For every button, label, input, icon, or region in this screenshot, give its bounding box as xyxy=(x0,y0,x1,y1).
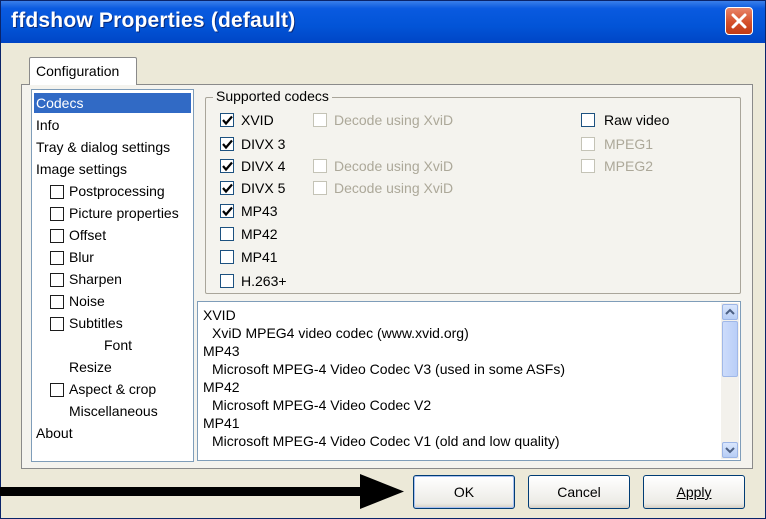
mp42-label: MP42 xyxy=(241,226,278,242)
nav-item-codecs[interactable]: Codecs xyxy=(34,93,191,113)
description-line: MP42 xyxy=(203,379,240,395)
nav-item-sharpen[interactable]: Sharpen xyxy=(69,269,122,289)
nav-item-aspect-crop[interactable]: Aspect & crop xyxy=(69,379,156,399)
nav-item-image-settings[interactable]: Image settings xyxy=(36,159,127,179)
cancel-button[interactable]: Cancel xyxy=(528,475,630,509)
divx4-label: DIVX 4 xyxy=(241,158,286,174)
mpeg2-checkbox[interactable] xyxy=(581,159,595,173)
nav-item-subtitles[interactable]: Subtitles xyxy=(69,313,123,333)
codec-description-box[interactable]: XVID XviD MPEG4 video codec (www.xvid.or… xyxy=(197,301,741,461)
description-line: MP43 xyxy=(203,343,240,359)
divx5-label: DIVX 5 xyxy=(241,180,286,196)
check-icon xyxy=(222,161,233,172)
mpeg1-label: MPEG1 xyxy=(604,136,654,152)
properties-window: ffdshow Properties (default) Configurati… xyxy=(0,0,766,519)
apply-button[interactable]: Apply xyxy=(643,475,745,509)
description-line: MP41 xyxy=(203,415,240,431)
nav-item-picture-properties[interactable]: Picture properties xyxy=(69,203,179,223)
divx4-decode-checkbox[interactable] xyxy=(313,159,327,173)
h263plus-checkbox[interactable] xyxy=(220,274,234,288)
nav-item-noise[interactable]: Noise xyxy=(69,291,105,311)
nav-item-blur[interactable]: Blur xyxy=(69,247,94,267)
raw-video-checkbox[interactable] xyxy=(581,113,595,127)
check-icon xyxy=(222,115,233,126)
nav-item-font[interactable]: Font xyxy=(104,335,132,355)
nav-item-tray-dialog-settings[interactable]: Tray & dialog settings xyxy=(36,137,170,157)
nav-item-miscellaneous[interactable]: Miscellaneous xyxy=(69,401,158,421)
xvid-decode-checkbox[interactable] xyxy=(313,113,327,127)
nav-item-offset[interactable]: Offset xyxy=(69,225,106,245)
mp43-label: MP43 xyxy=(241,203,278,219)
divx3-checkbox[interactable] xyxy=(220,137,234,151)
divx5-decode-label: Decode using XviD xyxy=(334,180,454,196)
scroll-thumb[interactable] xyxy=(722,321,738,377)
description-line: Microsoft MPEG-4 Video Codec V3 (used in… xyxy=(212,361,565,377)
nav-checkbox-noise[interactable] xyxy=(50,295,64,309)
divx5-checkbox[interactable] xyxy=(220,181,234,195)
nav-checkbox-postprocessing[interactable] xyxy=(50,185,64,199)
title-bar[interactable]: ffdshow Properties (default) xyxy=(1,1,765,43)
nav-checkbox-aspect-crop[interactable] xyxy=(50,383,64,397)
ok-button[interactable]: OK xyxy=(413,475,515,509)
divx5-decode-checkbox[interactable] xyxy=(313,181,327,195)
scroll-up-button[interactable] xyxy=(722,304,738,320)
nav-checkbox-subtitles[interactable] xyxy=(50,317,64,331)
nav-list[interactable]: Codecs Info Tray & dialog settings Image… xyxy=(31,89,194,462)
scroll-down-button[interactable] xyxy=(722,442,738,458)
description-line: XviD MPEG4 video codec (www.xvid.org) xyxy=(212,325,469,341)
nav-item-resize[interactable]: Resize xyxy=(69,357,112,377)
description-line: XVID xyxy=(203,307,236,323)
chevron-up-icon xyxy=(725,308,735,315)
xvid-label: XVID xyxy=(241,112,274,128)
chevron-down-icon xyxy=(725,447,735,454)
mp41-checkbox[interactable] xyxy=(220,250,234,264)
tab-configuration[interactable]: Configuration xyxy=(29,57,137,85)
description-line: Microsoft MPEG-4 Video Codec V1 (old and… xyxy=(212,433,560,449)
nav-item-about[interactable]: About xyxy=(36,423,73,443)
supported-codecs-label: Supported codecs xyxy=(213,88,332,105)
window-title: ffdshow Properties (default) xyxy=(11,9,296,32)
h263plus-label: H.263+ xyxy=(241,273,287,289)
xvid-checkbox[interactable] xyxy=(220,113,234,127)
check-icon xyxy=(222,139,233,150)
nav-item-postprocessing[interactable]: Postprocessing xyxy=(69,181,165,201)
description-line: Microsoft MPEG-4 Video Codec V2 xyxy=(212,397,432,413)
nav-checkbox-blur[interactable] xyxy=(50,251,64,265)
apply-label: Apply xyxy=(676,484,712,500)
nav-checkbox-sharpen[interactable] xyxy=(50,273,64,287)
mpeg2-label: MPEG2 xyxy=(604,158,654,174)
divx4-checkbox[interactable] xyxy=(220,159,234,173)
divx4-decode-label: Decode using XviD xyxy=(334,158,454,174)
mp41-label: MP41 xyxy=(241,249,278,265)
mp43-checkbox[interactable] xyxy=(220,204,234,218)
nav-checkbox-offset[interactable] xyxy=(50,229,64,243)
nav-item-info[interactable]: Info xyxy=(36,115,59,135)
mpeg1-checkbox[interactable] xyxy=(581,137,595,151)
nav-checkbox-picture-properties[interactable] xyxy=(50,207,64,221)
raw-video-label: Raw video xyxy=(604,112,670,128)
check-icon xyxy=(222,183,233,194)
description-scrollbar[interactable] xyxy=(721,303,739,459)
xvid-decode-label: Decode using XviD xyxy=(334,112,454,128)
mp42-checkbox[interactable] xyxy=(220,227,234,241)
divx3-label: DIVX 3 xyxy=(241,136,286,152)
close-button[interactable] xyxy=(725,7,753,35)
annotation-arrow-icon xyxy=(0,474,404,509)
check-icon xyxy=(222,206,233,217)
